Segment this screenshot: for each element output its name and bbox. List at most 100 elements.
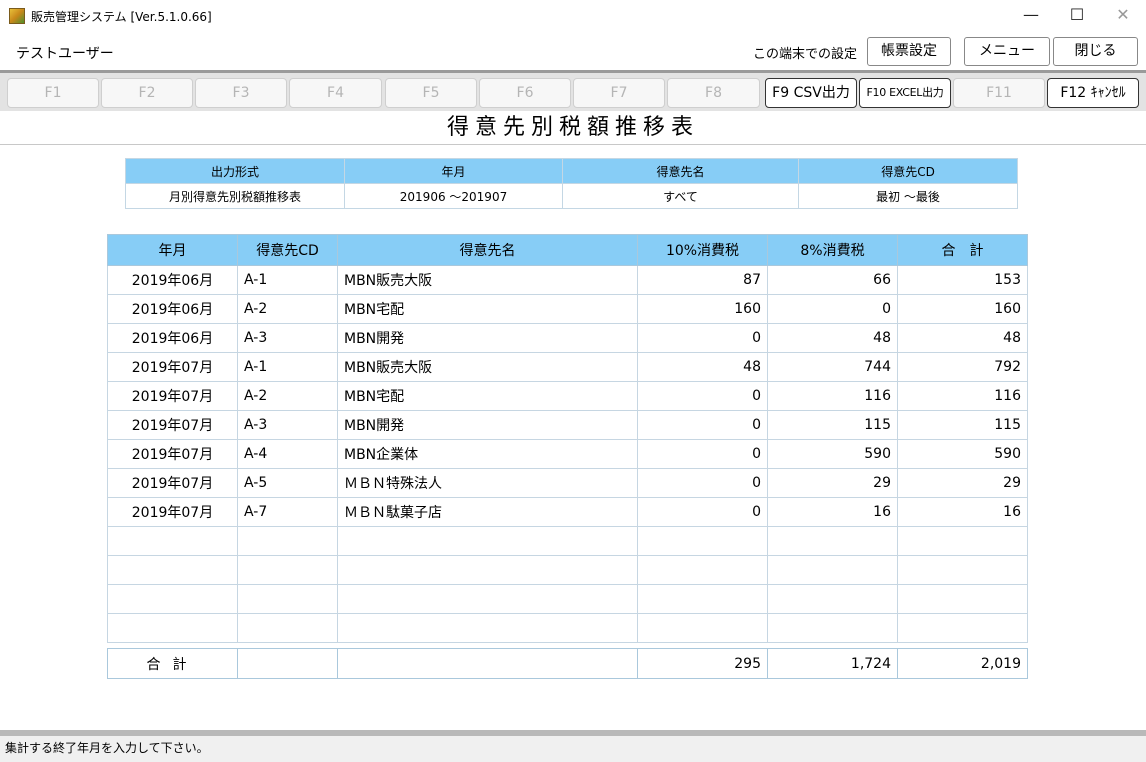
cell-customer-name (337, 584, 638, 614)
minimize-button[interactable]: — (1008, 0, 1054, 32)
cell-tax8 (767, 584, 898, 614)
cell-year-month: 2019年07月 (107, 381, 238, 411)
cell-customer-cd (237, 526, 338, 556)
condition-customer-cd: 最初 ～最後 (798, 183, 1018, 209)
cell-tax10: 48 (637, 352, 768, 382)
condition-header-customer-cd: 得意先CD (798, 158, 1018, 184)
cell-tax10: 0 (637, 439, 768, 469)
cell-tax8: 16 (767, 497, 898, 527)
f12-cancel-button[interactable]: F12 ｷｬﾝｾﾙ (1047, 78, 1139, 108)
table-row[interactable] (107, 613, 1028, 643)
cell-tax10 (637, 555, 768, 585)
table-row[interactable] (107, 584, 1028, 614)
table-row[interactable]: 2019年07月 A-3 MBN開発 0 115 115 (107, 410, 1028, 440)
table-row[interactable]: 2019年07月 A-4 MBN企業体 0 590 590 (107, 439, 1028, 469)
cell-customer-name: MBN宅配 (337, 294, 638, 324)
cell-tax10: 0 (637, 381, 768, 411)
f7-button[interactable]: F7 (573, 78, 665, 108)
cell-total (897, 526, 1028, 556)
cell-year-month: 2019年07月 (107, 468, 238, 498)
f6-button[interactable]: F6 (479, 78, 571, 108)
totals-tax8: 1,724 (767, 648, 898, 679)
f3-button[interactable]: F3 (195, 78, 287, 108)
close-button[interactable]: 閉じる (1053, 37, 1138, 66)
f5-button[interactable]: F5 (385, 78, 477, 108)
maximize-button[interactable]: ☐ (1054, 0, 1100, 32)
table-row[interactable]: 2019年07月 A-7 ＭＢＮ駄菓子店 0 16 16 (107, 497, 1028, 527)
table-body: 2019年06月 A-1 MBN販売大阪 87 66 153 2019年06月 A-2 MBN宅… (107, 265, 1028, 643)
f11-button[interactable]: F11 (953, 78, 1045, 108)
f10-excel-export-button[interactable]: F10 EXCEL出力 (859, 78, 951, 108)
column-header-tax8[interactable]: 8%消費税 (767, 234, 898, 266)
condition-header-output-format: 出力形式 (125, 158, 345, 184)
header-bar: テストユーザー この端末での設定 帳票設定 メニュー 閉じる (0, 32, 1146, 70)
cell-tax10: 0 (637, 323, 768, 353)
app-icon (9, 8, 25, 24)
condition-header-customer-name: 得意先名 (562, 158, 799, 184)
totals-empty-cell (237, 648, 338, 679)
cell-customer-name: ＭＢＮ駄菓子店 (337, 497, 638, 527)
cell-customer-cd: A-5 (237, 468, 338, 498)
table-row[interactable]: 2019年07月 A-1 MBN販売大阪 48 744 792 (107, 352, 1028, 382)
f9-csv-export-button[interactable]: F9 CSV出力 (765, 78, 857, 108)
totals-tax10: 295 (637, 648, 768, 679)
totals-total: 2,019 (897, 648, 1028, 679)
cell-customer-cd: A-3 (237, 323, 338, 353)
f8-button[interactable]: F8 (667, 78, 760, 108)
cell-total (897, 555, 1028, 585)
table-row[interactable]: 2019年07月 A-5 ＭＢＮ特殊法人 0 29 29 (107, 468, 1028, 498)
cell-customer-name: MBN開発 (337, 410, 638, 440)
cell-customer-name: MBN企業体 (337, 439, 638, 469)
menu-button[interactable]: メニュー (964, 37, 1050, 66)
cell-tax10: 87 (637, 265, 768, 295)
f1-button[interactable]: F1 (7, 78, 99, 108)
cell-year-month: 2019年06月 (107, 265, 238, 295)
cell-tax10: 0 (637, 497, 768, 527)
cell-year-month (107, 526, 238, 556)
cell-total: 153 (897, 265, 1028, 295)
column-header-year-month[interactable]: 年月 (107, 234, 238, 266)
cell-year-month: 2019年07月 (107, 410, 238, 440)
conditions-table: 出力形式 年月 得意先名 得意先CD 月別得意先別税額推移表 201906 ～2… (125, 158, 1018, 209)
table-row[interactable] (107, 555, 1028, 585)
report-title: 得意先別税額推移表 (0, 113, 1146, 145)
terminal-settings-label: この端末での設定 (753, 47, 858, 62)
table-row[interactable]: 2019年06月 A-1 MBN販売大阪 87 66 153 (107, 265, 1028, 295)
column-header-total[interactable]: 合 計 (897, 234, 1028, 266)
f2-button[interactable]: F2 (101, 78, 193, 108)
cell-customer-name (337, 613, 638, 643)
cell-customer-name (337, 526, 638, 556)
cell-total: 48 (897, 323, 1028, 353)
cell-year-month: 2019年06月 (107, 294, 238, 324)
cell-total (897, 584, 1028, 614)
cell-total: 160 (897, 294, 1028, 324)
cell-customer-cd: A-2 (237, 294, 338, 324)
form-settings-button[interactable]: 帳票設定 (867, 37, 951, 66)
status-bar: 集計する終了年月を入力して下さい。 (0, 736, 1146, 762)
column-header-customer-name[interactable]: 得意先名 (337, 234, 638, 266)
cell-customer-name (337, 555, 638, 585)
cell-tax10: 0 (637, 410, 768, 440)
column-header-customer-cd[interactable]: 得意先CD (237, 234, 338, 266)
cell-total: 792 (897, 352, 1028, 382)
column-header-tax10[interactable]: 10%消費税 (637, 234, 768, 266)
cell-tax10: 0 (637, 468, 768, 498)
cell-tax10: 160 (637, 294, 768, 324)
table-row[interactable]: 2019年07月 A-2 MBN宅配 0 116 116 (107, 381, 1028, 411)
condition-output-format: 月別得意先別税額推移表 (125, 183, 345, 209)
cell-customer-cd (237, 584, 338, 614)
table-row[interactable]: 2019年06月 A-3 MBN開発 0 48 48 (107, 323, 1028, 353)
cell-customer-name: MBN宅配 (337, 381, 638, 411)
totals-label: 合計 (107, 648, 238, 679)
cell-tax8: 29 (767, 468, 898, 498)
cell-tax8: 0 (767, 294, 898, 324)
close-window-button[interactable]: ✕ (1100, 0, 1146, 32)
cell-tax10 (637, 584, 768, 614)
cell-year-month (107, 613, 238, 643)
table-row[interactable] (107, 526, 1028, 556)
cell-tax8: 116 (767, 381, 898, 411)
f4-button[interactable]: F4 (289, 78, 382, 108)
condition-header-year-month: 年月 (344, 158, 563, 184)
cell-customer-cd: A-1 (237, 352, 338, 382)
table-row[interactable]: 2019年06月 A-2 MBN宅配 160 0 160 (107, 294, 1028, 324)
